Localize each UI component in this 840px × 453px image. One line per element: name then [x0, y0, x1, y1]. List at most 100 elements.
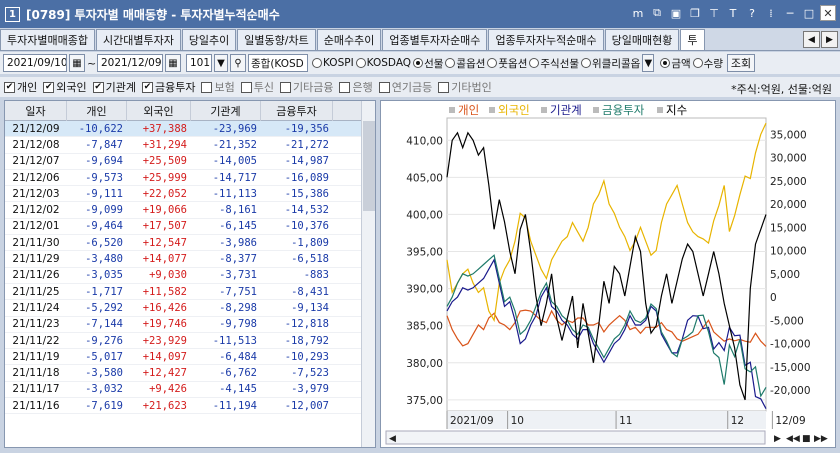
table-row[interactable]: 21/12/01 -9,464 +17,507 -6,145 -10,376 — [5, 219, 375, 236]
tab-item[interactable]: 순매수추이 — [316, 29, 382, 50]
chart-svg: 410,00 405,00 400,00 395,00 390,00 385,00 380,… — [385, 103, 828, 445]
chart-nav-icon[interactable]: ■ — [802, 434, 811, 444]
legend-marker — [541, 107, 547, 113]
table-row[interactable]: 21/12/03 -9,111 +22,052 -11,113 -15,386 — [5, 186, 375, 203]
market-radio[interactable]: 위클리콜옵 — [581, 56, 640, 71]
table-cell: -7,847 — [85, 138, 123, 151]
table-cell: -8,377 — [219, 253, 257, 266]
calendar-icon[interactable]: ▦ — [69, 54, 85, 72]
table-row[interactable]: 21/12/02 -9,099 +19,066 -8,161 -14,532 — [5, 202, 375, 219]
market-radio[interactable]: KOSPI — [312, 56, 354, 71]
table-cell: -6,520 — [85, 236, 123, 249]
investor-checkbox[interactable]: 보험 — [201, 79, 235, 95]
link-icon[interactable]: ⧉ — [649, 5, 665, 21]
chart-nav-icon[interactable]: ▶ — [774, 434, 781, 444]
investor-checkbox[interactable]: 기타금융 — [279, 79, 333, 95]
checkbox-label: 개인 — [17, 81, 38, 94]
tab-next-icon[interactable]: ▶ — [821, 31, 838, 48]
query-button[interactable]: 조회 — [726, 54, 755, 72]
table-row[interactable]: 21/11/30 -6,520 +12,547 -3,986 -1,809 — [5, 235, 375, 252]
table-row[interactable]: 21/11/24 -5,292 +16,426 -8,298 -9,134 — [5, 300, 375, 317]
table-row[interactable]: 21/11/25 -1,717 +11,582 -7,751 -8,431 — [5, 284, 375, 301]
investor-checkbox[interactable]: ✔ 기관계 — [92, 79, 136, 95]
text-size-icon[interactable]: T — [725, 5, 741, 21]
column-header[interactable]: 금융투자 — [261, 101, 333, 121]
mode-radio[interactable]: 금액 — [660, 56, 691, 71]
market-radio[interactable]: 풋옵션 — [487, 56, 527, 71]
table-row[interactable]: 21/12/08 -7,847 +31,294 -21,352 -21,272 — [5, 137, 375, 154]
table-row[interactable]: 21/11/16 -7,619 +21,623 -11,194 -12,007 — [5, 398, 375, 415]
chevron-down-icon[interactable]: ▼ — [214, 54, 228, 72]
market-radio[interactable]: 주식선물 — [529, 56, 579, 71]
chevron-down-icon[interactable]: ▼ — [642, 54, 655, 72]
minimize-icon[interactable]: ─ — [782, 5, 798, 21]
table-cell: -3,035 — [85, 269, 123, 282]
copy-icon[interactable]: ❐ — [687, 5, 703, 21]
mode-radio-label: 수량 — [703, 57, 723, 70]
investor-checkbox[interactable]: 투신 — [240, 79, 274, 95]
code-input[interactable]: 101 — [186, 54, 212, 72]
investor-checkbox[interactable]: ✔ 외국인 — [43, 79, 87, 95]
left-tick-label: 375,00 — [406, 395, 443, 407]
memo-icon[interactable]: m — [630, 5, 646, 21]
pin-icon[interactable]: ⊤ — [706, 5, 722, 21]
table-row[interactable]: 21/12/09 -10,622 +37,388 -23,969 -19,356 — [5, 121, 375, 138]
legend-label: 금융투자 — [602, 103, 645, 117]
table-row[interactable]: 21/11/29 -3,480 +14,077 -8,377 -6,518 — [5, 251, 375, 268]
table-cell: -7,751 — [219, 285, 257, 298]
chart-nav-icon[interactable]: ◀ — [389, 434, 396, 444]
tab-item[interactable]: 업종별투자자순매수 — [382, 29, 488, 50]
tab-item[interactable]: 투 — [680, 29, 705, 50]
market-radio[interactable]: 콜옵션 — [445, 56, 485, 71]
chart-scrollbar[interactable] — [385, 430, 766, 445]
table-row[interactable]: 21/11/23 -7,144 +19,746 -9,798 -12,818 — [5, 317, 375, 333]
maximize-icon[interactable]: □ — [801, 5, 817, 21]
scroll-thumb[interactable] — [363, 121, 375, 211]
table-row[interactable]: 21/11/26 -3,035 +9,030 -3,731 -883 — [5, 268, 375, 284]
search-icon[interactable]: ⚲ — [230, 54, 246, 72]
market-select[interactable]: 종합(KOSD — [248, 54, 308, 72]
tab-item[interactable]: 당일추이 — [181, 29, 237, 50]
tab-item[interactable]: 당일매매현황 — [604, 29, 680, 50]
table-row[interactable]: 21/11/18 -3,580 +12,427 -6,762 -7,523 — [5, 365, 375, 382]
market-radio[interactable]: KOSDAQ — [355, 56, 411, 71]
to-date-input[interactable]: 2021/12/09 — [97, 54, 163, 72]
calendar-icon[interactable]: ▦ — [165, 54, 181, 72]
table-cell: -12,007 — [284, 399, 329, 412]
column-header[interactable]: 외국인 — [127, 101, 191, 121]
investor-checkbox[interactable]: 연기금등 — [378, 79, 432, 95]
table-row[interactable]: 21/12/07 -9,694 +25,509 -14,005 -14,987 — [5, 154, 375, 170]
table-row[interactable]: 21/12/06 -9,573 +25,999 -14,717 -16,089 — [5, 170, 375, 187]
investor-checkbox[interactable]: 은행 — [339, 79, 373, 95]
column-header[interactable]: 일자 — [5, 101, 67, 121]
table-row[interactable]: 21/11/17 -3,032 +9,426 -4,145 -3,979 — [5, 382, 375, 399]
tab-item[interactable]: 투자자별매매종합 — [0, 29, 95, 50]
close-icon[interactable]: ✕ — [820, 5, 836, 21]
market-radio-label: KOSPI — [323, 57, 354, 69]
help-icon[interactable]: ? — [744, 5, 760, 21]
tab-item[interactable]: 시간대별투자자 — [95, 29, 181, 50]
column-header[interactable]: 기관계 — [191, 101, 261, 121]
chart-nav-icon[interactable]: ▶▶ — [814, 434, 828, 444]
investor-checkbox[interactable]: ✔ 개인 — [4, 79, 37, 95]
cumulative-chart: 410,00 405,00 400,00 395,00 390,00 385,00 380,… — [380, 100, 836, 448]
table-cell: -7,619 — [85, 399, 123, 412]
table-cell: -3,979 — [291, 383, 329, 396]
table-row[interactable]: 21/11/22 -9,276 +23,929 -11,513 -18,792 — [5, 333, 375, 350]
tab-prev-icon[interactable]: ◀ — [803, 31, 820, 48]
market-radio[interactable]: 선물 — [413, 56, 443, 71]
mode-radio[interactable]: 수량 — [692, 56, 723, 71]
tab-item[interactable]: 일별동향/차트 — [237, 29, 316, 50]
tile-icon[interactable]: ▣ — [668, 5, 684, 21]
column-header[interactable]: 개인 — [67, 101, 127, 121]
from-date-input[interactable]: 2021/09/10 — [3, 54, 67, 72]
window-controls: m ⧉ ▣ ❐ ⊤ T ? ⁞ ─ □ ✕ — [630, 5, 836, 21]
table-row[interactable]: 21/11/19 -5,017 +14,097 -6,484 -10,293 — [5, 349, 375, 366]
table-cell: -1,809 — [291, 236, 329, 249]
investor-checkbox[interactable]: ✔ 금융투자 — [142, 79, 195, 95]
investor-checkbox[interactable]: 기타법인 — [438, 79, 492, 95]
tab-item[interactable]: 업종투자자누적순매수 — [488, 29, 604, 50]
chart-nav-icon[interactable]: ◀◀ — [786, 434, 800, 444]
table-cell: -3,032 — [85, 383, 123, 396]
vertical-scrollbar[interactable] — [361, 101, 375, 447]
